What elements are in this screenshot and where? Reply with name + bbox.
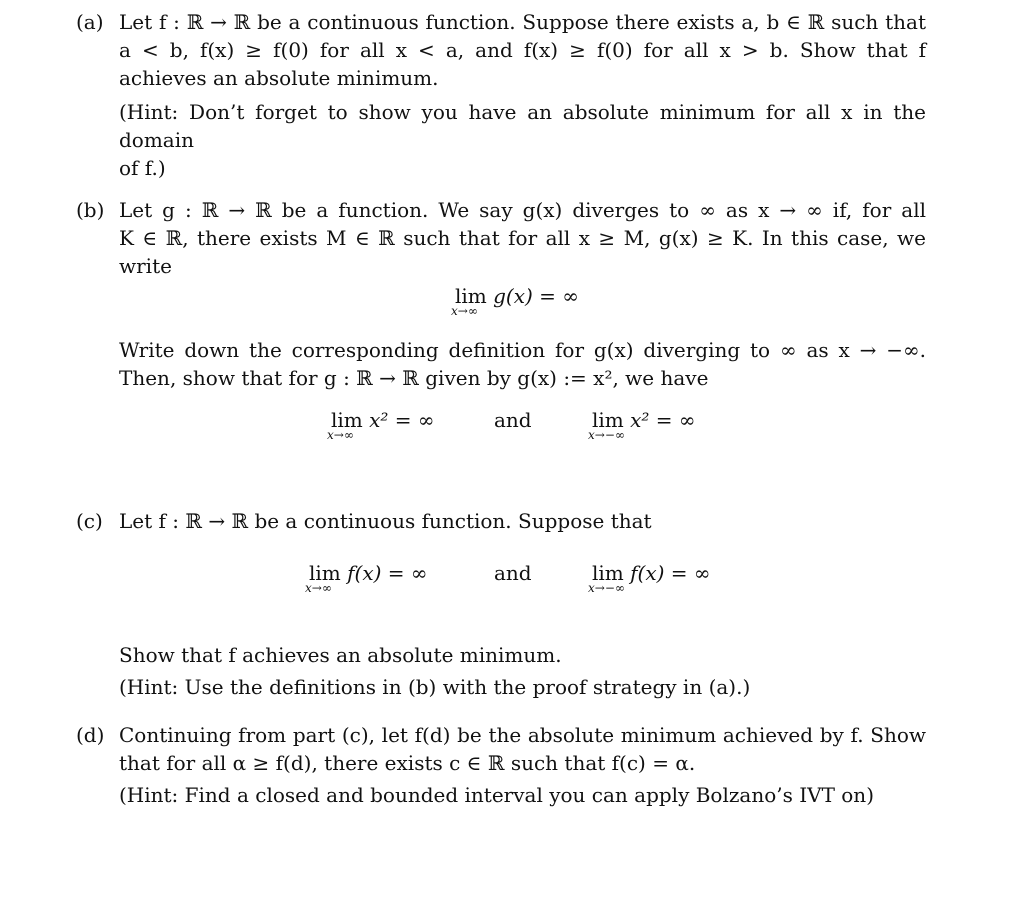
limit-subscript: x→∞ — [327, 428, 354, 442]
problem-text-line: Write down the corresponding definition … — [119, 338, 926, 362]
problem-sheet: (a) Let f : ℝ → ℝ be a continuous functi… — [0, 0, 1024, 897]
limit-body: g(x) = ∞ — [493, 284, 579, 308]
hint-text-line: (Hint: Don’t forget to show you have an … — [119, 100, 926, 152]
problem-text-line: that for all α ≥ f(d), there exists c ∈ … — [119, 751, 696, 775]
problem-text-line: Then, show that for g : ℝ → ℝ given by g… — [119, 366, 709, 390]
limit-subscript: x→−∞ — [588, 581, 625, 595]
problem-text-line: a < b, f(x) ≥ f(0) for all x < a, and f(… — [119, 38, 926, 62]
problem-text-line: Let f : ℝ → ℝ be a continuous function. … — [119, 10, 926, 34]
problem-label: (c) — [76, 509, 103, 533]
limit-expression-left: lim x→∞ x² = ∞ — [327, 406, 435, 442]
limit-expression-right: lim x→−∞ f(x) = ∞ — [588, 559, 711, 595]
problem-d: (d) Continuing from part (c), let f(d) b… — [76, 721, 926, 809]
limit-body: f(x) = ∞ — [347, 561, 428, 585]
hint-text-line: (Hint: Use the definitions in (b) with t… — [119, 675, 751, 699]
limit-subscript: x→−∞ — [588, 428, 625, 442]
problem-text-line: write — [119, 254, 172, 278]
problem-text-line: Continuing from part (c), let f(d) be th… — [119, 723, 926, 747]
problem-label: (d) — [76, 723, 105, 747]
problem-c: (c) Let f : ℝ → ℝ be a continuous functi… — [76, 507, 926, 701]
limit-subscript: x→∞ — [451, 304, 478, 318]
problem-text-line: achieves an absolute minimum. — [119, 66, 439, 90]
limit-body: f(x) = ∞ — [630, 561, 711, 585]
display-limit-pair: lim x→∞ f(x) = ∞ and lim x→−∞ f(x) = ∞ — [119, 559, 926, 641]
problem-a: (a) Let f : ℝ → ℝ be a continuous functi… — [76, 8, 926, 182]
limit-body: x² = ∞ — [630, 408, 696, 432]
problem-b: (b) Let g : ℝ → ℝ be a function. We say … — [76, 196, 926, 466]
problem-label: (a) — [76, 10, 104, 34]
limit-body: x² = ∞ — [369, 408, 435, 432]
limit-expression: lim x→∞ g(x) = ∞ — [451, 282, 579, 318]
display-limit-pair: lim x→∞ x² = ∞ and lim x→−∞ x² = ∞ — [119, 406, 926, 466]
conjunction-text: and — [494, 408, 532, 432]
display-limit-equation: lim x→∞ g(x) = ∞ — [119, 280, 926, 336]
hint-text-line: of f.) — [119, 156, 166, 180]
problem-text-line: K ∈ ℝ, there exists M ∈ ℝ such that for … — [119, 226, 926, 250]
limit-expression-right: lim x→−∞ x² = ∞ — [588, 406, 696, 442]
problem-label: (b) — [76, 198, 105, 222]
limit-subscript: x→∞ — [305, 581, 332, 595]
problem-text-line: Let f : ℝ → ℝ be a continuous function. … — [119, 509, 652, 533]
hint-text-line: (Hint: Find a closed and bounded interva… — [119, 783, 874, 807]
problem-text-line: Let g : ℝ → ℝ be a function. We say g(x)… — [119, 198, 926, 222]
limit-expression-left: lim x→∞ f(x) = ∞ — [305, 559, 428, 595]
problem-text-line: Show that f achieves an absolute minimum… — [119, 643, 562, 667]
conjunction-text: and — [494, 561, 532, 585]
